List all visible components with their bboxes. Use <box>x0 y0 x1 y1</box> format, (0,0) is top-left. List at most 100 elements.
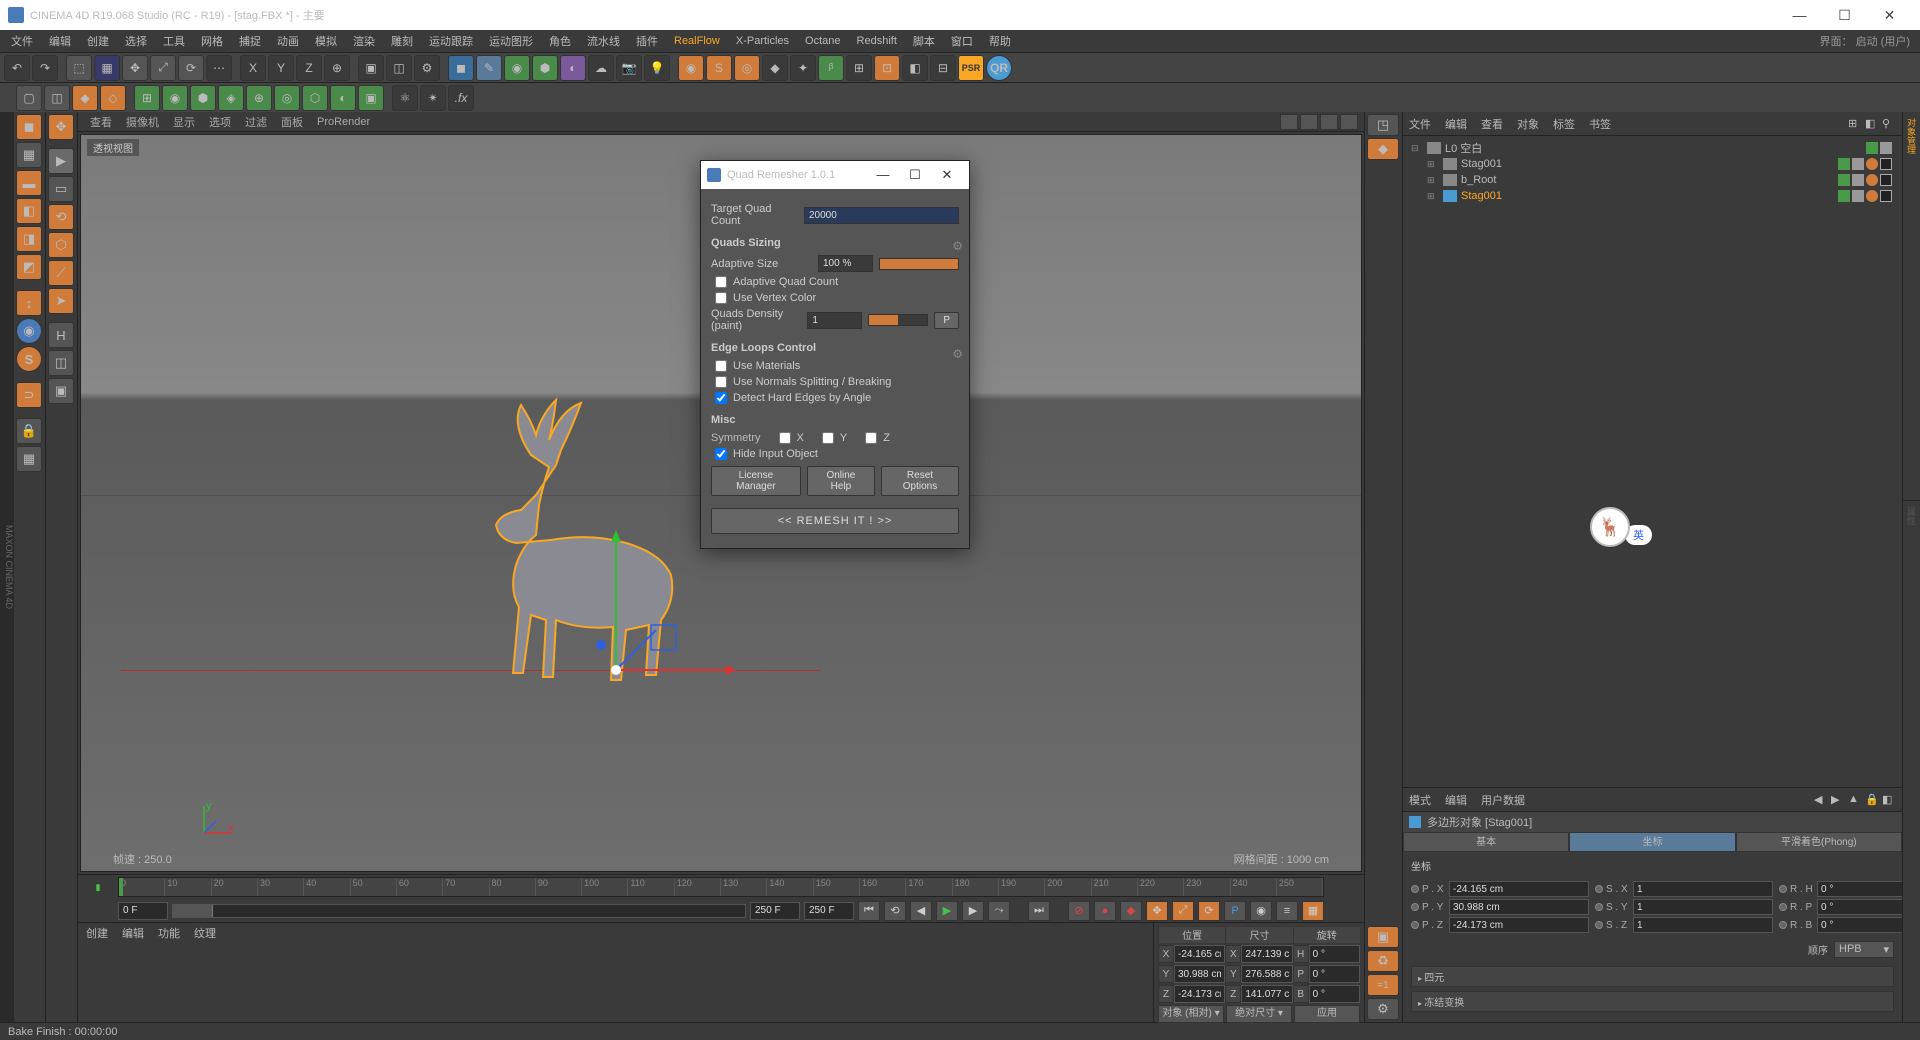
adaptive-size-input[interactable] <box>818 255 873 272</box>
cfoot-2[interactable]: 应用 <box>1294 1005 1360 1023</box>
attr-fold-1[interactable]: 冻结变换 <box>1411 991 1894 1012</box>
coord-PZ[interactable] <box>1449 917 1589 933</box>
timeline-slider[interactable] <box>172 904 746 918</box>
edit-tool-2[interactable]: ◫ <box>44 85 70 111</box>
attrtab-模式[interactable]: 模式 <box>1409 792 1431 808</box>
brush-icon[interactable]: ⟋ <box>48 260 74 286</box>
use-normals-check[interactable] <box>715 376 727 388</box>
subtab-2[interactable]: 平滑着色(Phong) <box>1736 832 1902 852</box>
environment-icon[interactable]: ☁ <box>588 55 614 81</box>
sym-x-check[interactable] <box>779 432 791 444</box>
adaptive-quad-check[interactable] <box>715 276 727 288</box>
rc-icon-2[interactable]: ◆ <box>1367 138 1399 160</box>
lock-icon[interactable]: 🔒 <box>16 418 42 444</box>
reset-options-button[interactable]: Reset Options <box>881 466 959 496</box>
workplane-icon[interactable]: ▬ <box>16 170 42 196</box>
key-scale-icon[interactable]: ⤢ <box>1172 901 1194 921</box>
scale-tool-icon[interactable]: ⤢ <box>150 55 176 81</box>
online-help-button[interactable]: Online Help <box>807 466 875 496</box>
subtab-1[interactable]: 坐标 <box>1569 832 1735 852</box>
vpmenu-过滤[interactable]: 过滤 <box>239 114 273 130</box>
density-paint-button[interactable]: P <box>934 312 959 329</box>
frame-max-r[interactable] <box>804 902 854 920</box>
objtab-书签[interactable]: 书签 <box>1589 116 1611 132</box>
obj-row-2[interactable]: ⊞b_Root <box>1407 172 1898 188</box>
objtab-对象[interactable]: 对象 <box>1517 116 1539 132</box>
pen-tool-icon[interactable]: ✎ <box>476 55 502 81</box>
plugin-icon-2[interactable]: S <box>706 55 732 81</box>
menu-文件[interactable]: 文件 <box>4 31 40 51</box>
vpmenu-查看[interactable]: 查看 <box>84 114 118 130</box>
plugin-icon-1[interactable]: ◉ <box>678 55 704 81</box>
rc-icon-3[interactable]: ▣ <box>1367 926 1399 948</box>
attr-label[interactable]: 属性 <box>1903 500 1920 531</box>
vp-icon-1[interactable] <box>1280 114 1298 130</box>
minimize-button[interactable]: — <box>1777 0 1822 30</box>
menu-插件[interactable]: 插件 <box>629 31 665 51</box>
xp-icon-3[interactable]: ᵝ <box>818 55 844 81</box>
obj-row-3[interactable]: ⊞Stag001 <box>1407 188 1898 204</box>
menu-脚本[interactable]: 脚本 <box>906 31 942 51</box>
density-input[interactable] <box>807 312 862 329</box>
recent-tool-icon[interactable]: ⋯ <box>206 55 232 81</box>
menu-Redshift[interactable]: Redshift <box>850 33 904 49</box>
mattab-创建[interactable]: 创建 <box>86 925 108 941</box>
undo-icon[interactable]: ↶ <box>4 55 30 81</box>
next-key-icon[interactable]: ⤳ <box>988 901 1010 921</box>
adaptive-slider[interactable] <box>879 258 959 270</box>
attr-nav-fwd[interactable]: ▶ <box>1831 793 1845 807</box>
om-icon-2[interactable]: ◧ <box>1865 117 1879 131</box>
rc-icon-4[interactable]: ♻ <box>1367 950 1399 972</box>
model-mode-icon[interactable]: ◼ <box>16 114 42 140</box>
slice-icon[interactable]: ◫ <box>48 350 74 376</box>
menu-流水线[interactable]: 流水线 <box>580 31 627 51</box>
magnet-icon[interactable]: ⊃ <box>16 382 42 408</box>
edit-tool-3[interactable]: ◆ <box>72 85 98 111</box>
menu-模拟[interactable]: 模拟 <box>308 31 344 51</box>
rc-icon-5[interactable]: =1 <box>1367 974 1399 996</box>
subtab-0[interactable]: 基本 <box>1403 832 1569 852</box>
mograph-5[interactable]: ⊕ <box>246 85 272 111</box>
object-mode-icon[interactable]: ◧ <box>16 198 42 224</box>
cog-icon-1[interactable]: ⚙ <box>952 239 963 253</box>
coord-PY[interactable] <box>1449 899 1589 915</box>
menu-运动跟踪[interactable]: 运动跟踪 <box>422 31 480 51</box>
render-view-icon[interactable]: ▣ <box>358 55 384 81</box>
menu-网格[interactable]: 网格 <box>194 31 230 51</box>
poly-select-icon[interactable]: ⬡ <box>48 232 74 258</box>
deformer-icon[interactable]: ◐ <box>560 55 586 81</box>
vpmenu-摄像机[interactable]: 摄像机 <box>120 114 165 130</box>
rc-icon-1[interactable]: ◳ <box>1367 114 1399 136</box>
menu-运动图形[interactable]: 运动图形 <box>482 31 540 51</box>
mograph-9[interactable]: ▣ <box>358 85 384 111</box>
vp-icon-4[interactable] <box>1340 114 1358 130</box>
menu-捕捉[interactable]: 捕捉 <box>232 31 268 51</box>
frame-max-l[interactable] <box>750 902 800 920</box>
coord-PX[interactable] <box>1449 881 1589 897</box>
autokey-icon[interactable]: ● <box>1094 901 1116 921</box>
arrow2-icon[interactable]: ➤ <box>48 288 74 314</box>
vp-icon-3[interactable] <box>1320 114 1338 130</box>
layout-label[interactable]: 界面： 启动 (用户) <box>1813 31 1916 51</box>
attrtab-编辑[interactable]: 编辑 <box>1445 792 1467 808</box>
menu-帮助[interactable]: 帮助 <box>982 31 1018 51</box>
viewport-solo-icon[interactable]: ◉ <box>16 318 42 344</box>
select-rect-icon[interactable]: ▦ <box>94 55 120 81</box>
mattab-功能[interactable]: 功能 <box>158 925 180 941</box>
menu-Octane[interactable]: Octane <box>798 33 847 49</box>
texture-mode-icon[interactable]: ▦ <box>16 142 42 168</box>
generator-icon[interactable]: ⬢ <box>532 55 558 81</box>
sym-y-check[interactable] <box>822 432 834 444</box>
menu-窗口[interactable]: 窗口 <box>944 31 980 51</box>
move-tool-icon[interactable]: ✥ <box>122 55 148 81</box>
target-quad-input[interactable] <box>804 207 959 224</box>
maximize-button[interactable]: ☐ <box>1822 0 1867 30</box>
om-icon-1[interactable]: ⊞ <box>1848 117 1862 131</box>
objtab-查看[interactable]: 查看 <box>1481 116 1503 132</box>
rc-icon-6[interactable]: ⚙ <box>1367 998 1399 1020</box>
dyn-2[interactable]: ✴ <box>420 85 446 111</box>
arrow-icon[interactable]: ▶ <box>48 148 74 174</box>
coord-SZ[interactable] <box>1633 917 1773 933</box>
point-mode-icon[interactable]: ◨ <box>16 226 42 252</box>
sym-z-check[interactable] <box>865 432 877 444</box>
